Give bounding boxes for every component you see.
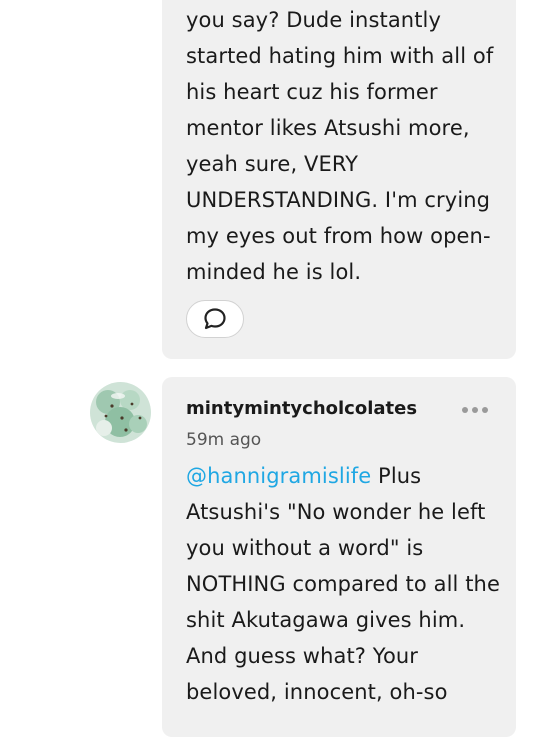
comment-text: you say? Dude instantly started hating h… [186, 8, 494, 284]
reply-button[interactable] [186, 300, 244, 338]
more-dots-icon[interactable] [462, 407, 488, 413]
user-mention-link[interactable]: @hannigramislife [186, 464, 371, 488]
comment-text: @hannigramislife Plus Atsushi's "No wond… [186, 458, 500, 710]
comment-username[interactable]: mintymintycholcolates [186, 398, 417, 419]
comment-card: mintymintycholcolates 59m ago @hannigram… [162, 377, 516, 737]
comment-timestamp: 59m ago [186, 430, 262, 450]
comment-card: you say? Dude instantly started hating h… [162, 0, 516, 359]
speech-bubble-icon [204, 308, 226, 330]
avatar-image [90, 382, 151, 443]
comment-body: Plus Atsushi's "No wonder he left you wi… [186, 464, 500, 704]
avatar[interactable] [90, 382, 151, 443]
comment-thread: { "comments": [ { "text": "you say? Dude… [0, 0, 540, 737]
